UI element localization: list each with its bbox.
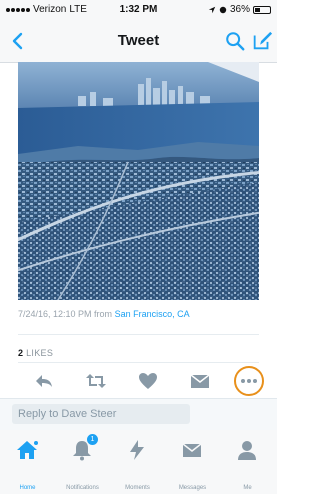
tweet-meta: 7/24/16, 12:10 PM from San Francisco, CA (18, 309, 190, 319)
tab-label: Moments (125, 485, 150, 491)
compose-icon[interactable] (251, 30, 273, 52)
envelope-icon[interactable] (188, 369, 212, 393)
heart-icon[interactable] (136, 369, 160, 393)
home-icon (17, 441, 38, 459)
alarm-icon (219, 6, 227, 13)
likes-label: LIKES (26, 348, 54, 358)
more-button-highlight[interactable] (234, 366, 264, 396)
tab-bar: Home 1 Notifications Moments Messages Me (0, 430, 277, 494)
reply-input[interactable] (12, 404, 190, 424)
aerial-city-image (18, 62, 259, 300)
divider (18, 334, 259, 335)
more-icon[interactable] (240, 378, 258, 384)
tab-messages[interactable]: Messages (165, 430, 220, 494)
tweet-timestamp: 7/24/16, 12:10 PM from (18, 309, 113, 319)
tweet-actions (18, 364, 264, 398)
tab-label: Messages (178, 485, 207, 491)
battery-icon (253, 5, 271, 14)
envelope-icon (182, 443, 202, 457)
tab-notifications[interactable]: 1 Notifications (55, 430, 110, 494)
battery-percent: 36% (229, 4, 250, 15)
tweet-location[interactable]: San Francisco, CA (115, 309, 190, 319)
location-arrow-icon (208, 6, 216, 13)
tab-home[interactable]: Home (0, 430, 55, 494)
status-bar: Verizon LTE 1:32 PM 36% (0, 0, 277, 20)
divider (18, 362, 259, 363)
likes-number: 2 (18, 348, 24, 358)
notification-badge: 1 (86, 433, 99, 446)
lightning-icon (130, 440, 144, 460)
nav-bar: Tweet (0, 20, 277, 63)
search-icon[interactable] (224, 30, 246, 52)
tab-label: Home (19, 485, 36, 491)
retweet-icon[interactable] (84, 369, 108, 393)
tab-me[interactable]: Me (220, 430, 275, 494)
tab-label: Me (243, 485, 252, 491)
status-right: 36% (208, 4, 271, 15)
reply-bar (0, 398, 277, 432)
tab-label: Notifications (66, 485, 99, 491)
tweet-photo[interactable] (18, 62, 259, 300)
reply-icon[interactable] (32, 369, 56, 393)
tab-moments[interactable]: Moments (110, 430, 165, 494)
likes-count[interactable]: 2 LIKES (18, 348, 53, 358)
person-icon (238, 441, 256, 460)
